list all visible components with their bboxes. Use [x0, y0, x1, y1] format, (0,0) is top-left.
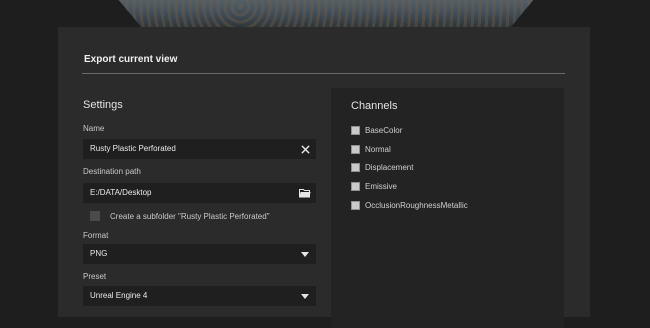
destination-value: E:/DATA/Desktop [90, 188, 152, 197]
export-dialog: Export current view Settings Name Rusty … [58, 27, 590, 328]
material-preview-sphere [112, 0, 540, 28]
settings-heading: Settings [83, 99, 123, 111]
folder-icon[interactable] [298, 186, 312, 200]
channel-checkbox[interactable] [351, 201, 360, 210]
destination-field[interactable]: E:/DATA/Desktop [83, 183, 316, 203]
channel-checkbox[interactable] [351, 126, 360, 135]
preset-label: Preset [83, 272, 107, 281]
channel-label: OcclusionRoughnessMetallic [365, 201, 468, 210]
destination-label: Destination path [83, 167, 141, 176]
name-label: Name [83, 124, 105, 133]
title-divider [82, 73, 565, 74]
preset-select[interactable]: Unreal Engine 4 [83, 286, 316, 306]
subfolder-label: Create a subfolder "Rusty Plastic Perfor… [110, 212, 270, 221]
channel-checkbox[interactable] [351, 182, 360, 191]
chevron-down-icon[interactable] [298, 247, 312, 261]
format-select[interactable]: PNG [83, 244, 316, 264]
close-icon[interactable] [298, 142, 312, 156]
subfolder-checkbox[interactable] [90, 211, 100, 221]
channel-label: Displacement [365, 163, 414, 172]
channel-label: BaseColor [365, 126, 403, 135]
format-value: PNG [90, 249, 108, 258]
channel-checkbox[interactable] [351, 163, 360, 172]
channels-heading: Channels [351, 100, 398, 112]
channel-checkbox[interactable] [351, 145, 360, 154]
channels-panel: Channels BaseColor Normal Displacement E… [331, 88, 564, 328]
chevron-down-icon[interactable] [298, 289, 312, 303]
channel-label: Normal [365, 145, 391, 154]
name-field[interactable]: Rusty Plastic Perforated [83, 139, 316, 159]
preset-value: Unreal Engine 4 [90, 291, 148, 300]
name-value: Rusty Plastic Perforated [90, 144, 176, 153]
format-label: Format [83, 231, 109, 240]
channel-label: Emissive [365, 182, 398, 191]
dialog-title: Export current view [84, 54, 178, 65]
